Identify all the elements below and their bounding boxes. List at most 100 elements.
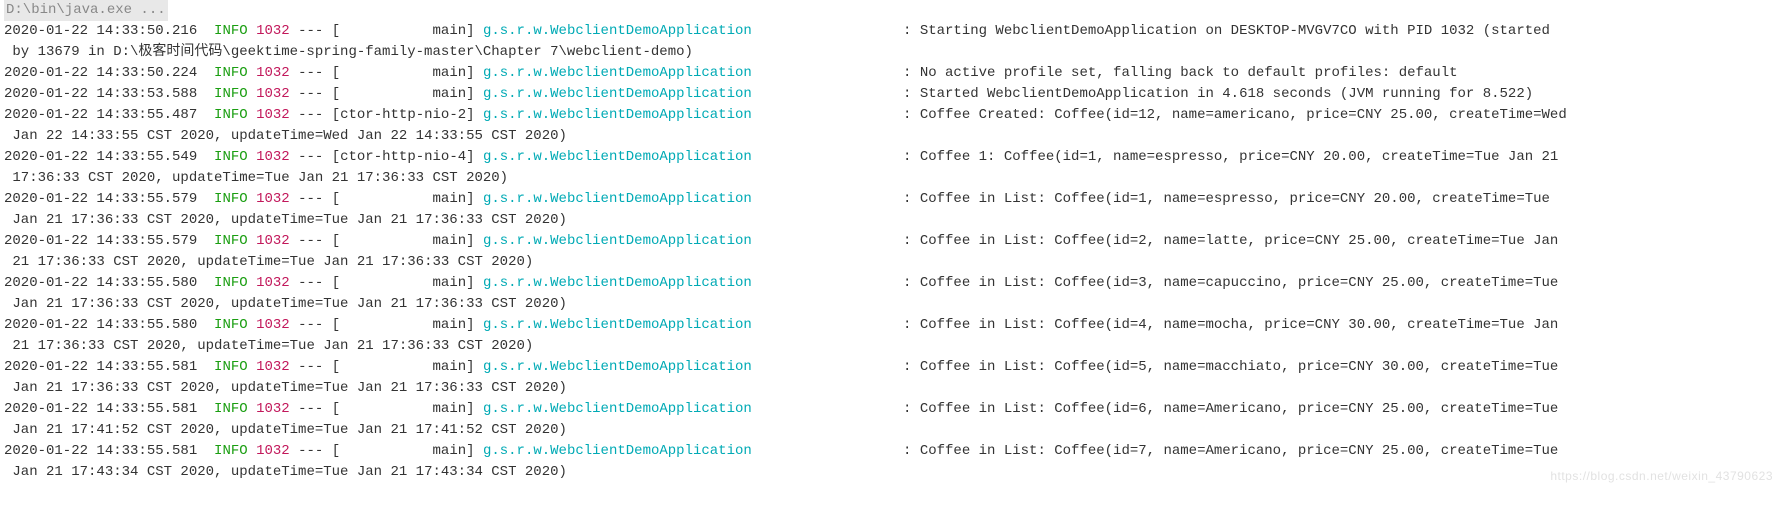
log-line: 2020-01-22 14:33:55.581 INFO 1032 --- [ … — [4, 357, 1781, 399]
log-level: INFO — [214, 191, 248, 207]
log-line: 2020-01-22 14:33:55.579 INFO 1032 --- [ … — [4, 189, 1781, 231]
log-message: : Coffee in List: Coffee(id=6, name=Amer… — [903, 401, 1558, 417]
log-message: : Coffee in List: Coffee(id=1, name=espr… — [903, 191, 1550, 207]
log-logger: g.s.r.w.WebclientDemoApplication — [483, 65, 819, 81]
log-logger: g.s.r.w.WebclientDemoApplication — [483, 23, 819, 39]
log-message: : Starting WebclientDemoApplication on D… — [903, 23, 1550, 39]
log-line: 2020-01-22 14:33:50.224 INFO 1032 --- [ … — [4, 63, 1781, 84]
log-pid: 1032 — [256, 359, 290, 375]
log-logger: g.s.r.w.WebclientDemoApplication — [483, 149, 819, 165]
log-level: INFO — [214, 359, 248, 375]
log-level: INFO — [214, 149, 248, 165]
log-level: INFO — [214, 65, 248, 81]
log-logger: g.s.r.w.WebclientDemoApplication — [483, 359, 819, 375]
log-separator: --- — [298, 107, 323, 123]
log-thread: [ main] — [332, 275, 475, 291]
log-line: 2020-01-22 14:33:55.581 INFO 1032 --- [ … — [4, 399, 1781, 441]
log-separator: --- — [298, 359, 323, 375]
log-timestamp: 2020-01-22 14:33:55.487 — [4, 107, 197, 123]
log-level: INFO — [214, 317, 248, 333]
log-pid: 1032 — [256, 65, 290, 81]
log-thread: [ main] — [332, 443, 475, 459]
log-line: 2020-01-22 14:33:55.487 INFO 1032 --- [c… — [4, 105, 1781, 147]
log-message-continuation: 17:36:33 CST 2020, updateTime=Tue Jan 21… — [4, 168, 1781, 189]
log-timestamp: 2020-01-22 14:33:50.224 — [4, 65, 197, 81]
console-header: D:\bin\java.exe ... — [4, 0, 168, 21]
log-logger: g.s.r.w.WebclientDemoApplication — [483, 317, 819, 333]
log-pid: 1032 — [256, 401, 290, 417]
log-separator: --- — [298, 317, 323, 333]
log-thread: [ main] — [332, 317, 475, 333]
log-timestamp: 2020-01-22 14:33:53.588 — [4, 86, 197, 102]
log-timestamp: 2020-01-22 14:33:55.581 — [4, 443, 197, 459]
log-level: INFO — [214, 86, 248, 102]
log-level: INFO — [214, 443, 248, 459]
log-message-continuation: Jan 21 17:43:34 CST 2020, updateTime=Tue… — [4, 462, 1781, 483]
log-logger: g.s.r.w.WebclientDemoApplication — [483, 443, 819, 459]
log-message-continuation: Jan 21 17:36:33 CST 2020, updateTime=Tue… — [4, 210, 1781, 231]
log-pid: 1032 — [256, 191, 290, 207]
log-message: : Coffee in List: Coffee(id=4, name=moch… — [903, 317, 1558, 333]
log-pid: 1032 — [256, 149, 290, 165]
log-message: : No active profile set, falling back to… — [903, 65, 1458, 81]
log-line: 2020-01-22 14:33:55.549 INFO 1032 --- [c… — [4, 147, 1781, 189]
log-message-continuation: Jan 21 17:36:33 CST 2020, updateTime=Tue… — [4, 294, 1781, 315]
log-line: 2020-01-22 14:33:55.579 INFO 1032 --- [ … — [4, 231, 1781, 273]
log-timestamp: 2020-01-22 14:33:55.581 — [4, 359, 197, 375]
log-message-continuation: Jan 21 17:41:52 CST 2020, updateTime=Tue… — [4, 420, 1781, 441]
log-timestamp: 2020-01-22 14:33:55.549 — [4, 149, 197, 165]
console-output[interactable]: D:\bin\java.exe ... 2020-01-22 14:33:50.… — [0, 0, 1785, 491]
log-pid: 1032 — [256, 23, 290, 39]
log-container: 2020-01-22 14:33:50.216 INFO 1032 --- [ … — [4, 21, 1781, 483]
log-separator: --- — [298, 233, 323, 249]
log-message: : Coffee in List: Coffee(id=7, name=Amer… — [903, 443, 1558, 459]
log-logger: g.s.r.w.WebclientDemoApplication — [483, 107, 819, 123]
log-separator: --- — [298, 23, 323, 39]
log-thread: [ctor-http-nio-4] — [332, 149, 475, 165]
log-message: : Coffee in List: Coffee(id=3, name=capu… — [903, 275, 1558, 291]
log-message: : Coffee 1: Coffee(id=1, name=espresso, … — [903, 149, 1558, 165]
log-pid: 1032 — [256, 443, 290, 459]
log-separator: --- — [298, 65, 323, 81]
log-level: INFO — [214, 275, 248, 291]
log-logger: g.s.r.w.WebclientDemoApplication — [483, 191, 819, 207]
log-thread: [ctor-http-nio-2] — [332, 107, 475, 123]
log-separator: --- — [298, 86, 323, 102]
log-timestamp: 2020-01-22 14:33:55.579 — [4, 233, 197, 249]
log-separator: --- — [298, 275, 323, 291]
log-line: 2020-01-22 14:33:50.216 INFO 1032 --- [ … — [4, 21, 1781, 63]
log-timestamp: 2020-01-22 14:33:55.581 — [4, 401, 197, 417]
log-separator: --- — [298, 443, 323, 459]
log-thread: [ main] — [332, 86, 475, 102]
log-line: 2020-01-22 14:33:55.581 INFO 1032 --- [ … — [4, 441, 1781, 483]
log-pid: 1032 — [256, 275, 290, 291]
log-level: INFO — [214, 23, 248, 39]
log-pid: 1032 — [256, 86, 290, 102]
log-level: INFO — [214, 233, 248, 249]
log-level: INFO — [214, 107, 248, 123]
watermark: https://blog.csdn.net/weixin_43790623 — [1550, 467, 1773, 485]
log-message-continuation: by 13679 in D:\极客时间代码\geektime-spring-fa… — [4, 42, 1781, 63]
log-pid: 1032 — [256, 317, 290, 333]
log-separator: --- — [298, 191, 323, 207]
log-line: 2020-01-22 14:33:55.580 INFO 1032 --- [ … — [4, 273, 1781, 315]
log-thread: [ main] — [332, 23, 475, 39]
log-logger: g.s.r.w.WebclientDemoApplication — [483, 233, 819, 249]
log-separator: --- — [298, 149, 323, 165]
log-pid: 1032 — [256, 107, 290, 123]
log-logger: g.s.r.w.WebclientDemoApplication — [483, 86, 819, 102]
log-timestamp: 2020-01-22 14:33:50.216 — [4, 23, 197, 39]
log-pid: 1032 — [256, 233, 290, 249]
log-thread: [ main] — [332, 233, 475, 249]
log-logger: g.s.r.w.WebclientDemoApplication — [483, 401, 819, 417]
log-line: 2020-01-22 14:33:55.580 INFO 1032 --- [ … — [4, 315, 1781, 357]
log-message-continuation: 21 17:36:33 CST 2020, updateTime=Tue Jan… — [4, 252, 1781, 273]
log-message-continuation: Jan 22 14:33:55 CST 2020, updateTime=Wed… — [4, 126, 1781, 147]
log-level: INFO — [214, 401, 248, 417]
log-timestamp: 2020-01-22 14:33:55.579 — [4, 191, 197, 207]
log-message: : Coffee Created: Coffee(id=12, name=ame… — [903, 107, 1567, 123]
log-logger: g.s.r.w.WebclientDemoApplication — [483, 275, 819, 291]
log-line: 2020-01-22 14:33:53.588 INFO 1032 --- [ … — [4, 84, 1781, 105]
log-message-continuation: 21 17:36:33 CST 2020, updateTime=Tue Jan… — [4, 336, 1781, 357]
log-thread: [ main] — [332, 191, 475, 207]
